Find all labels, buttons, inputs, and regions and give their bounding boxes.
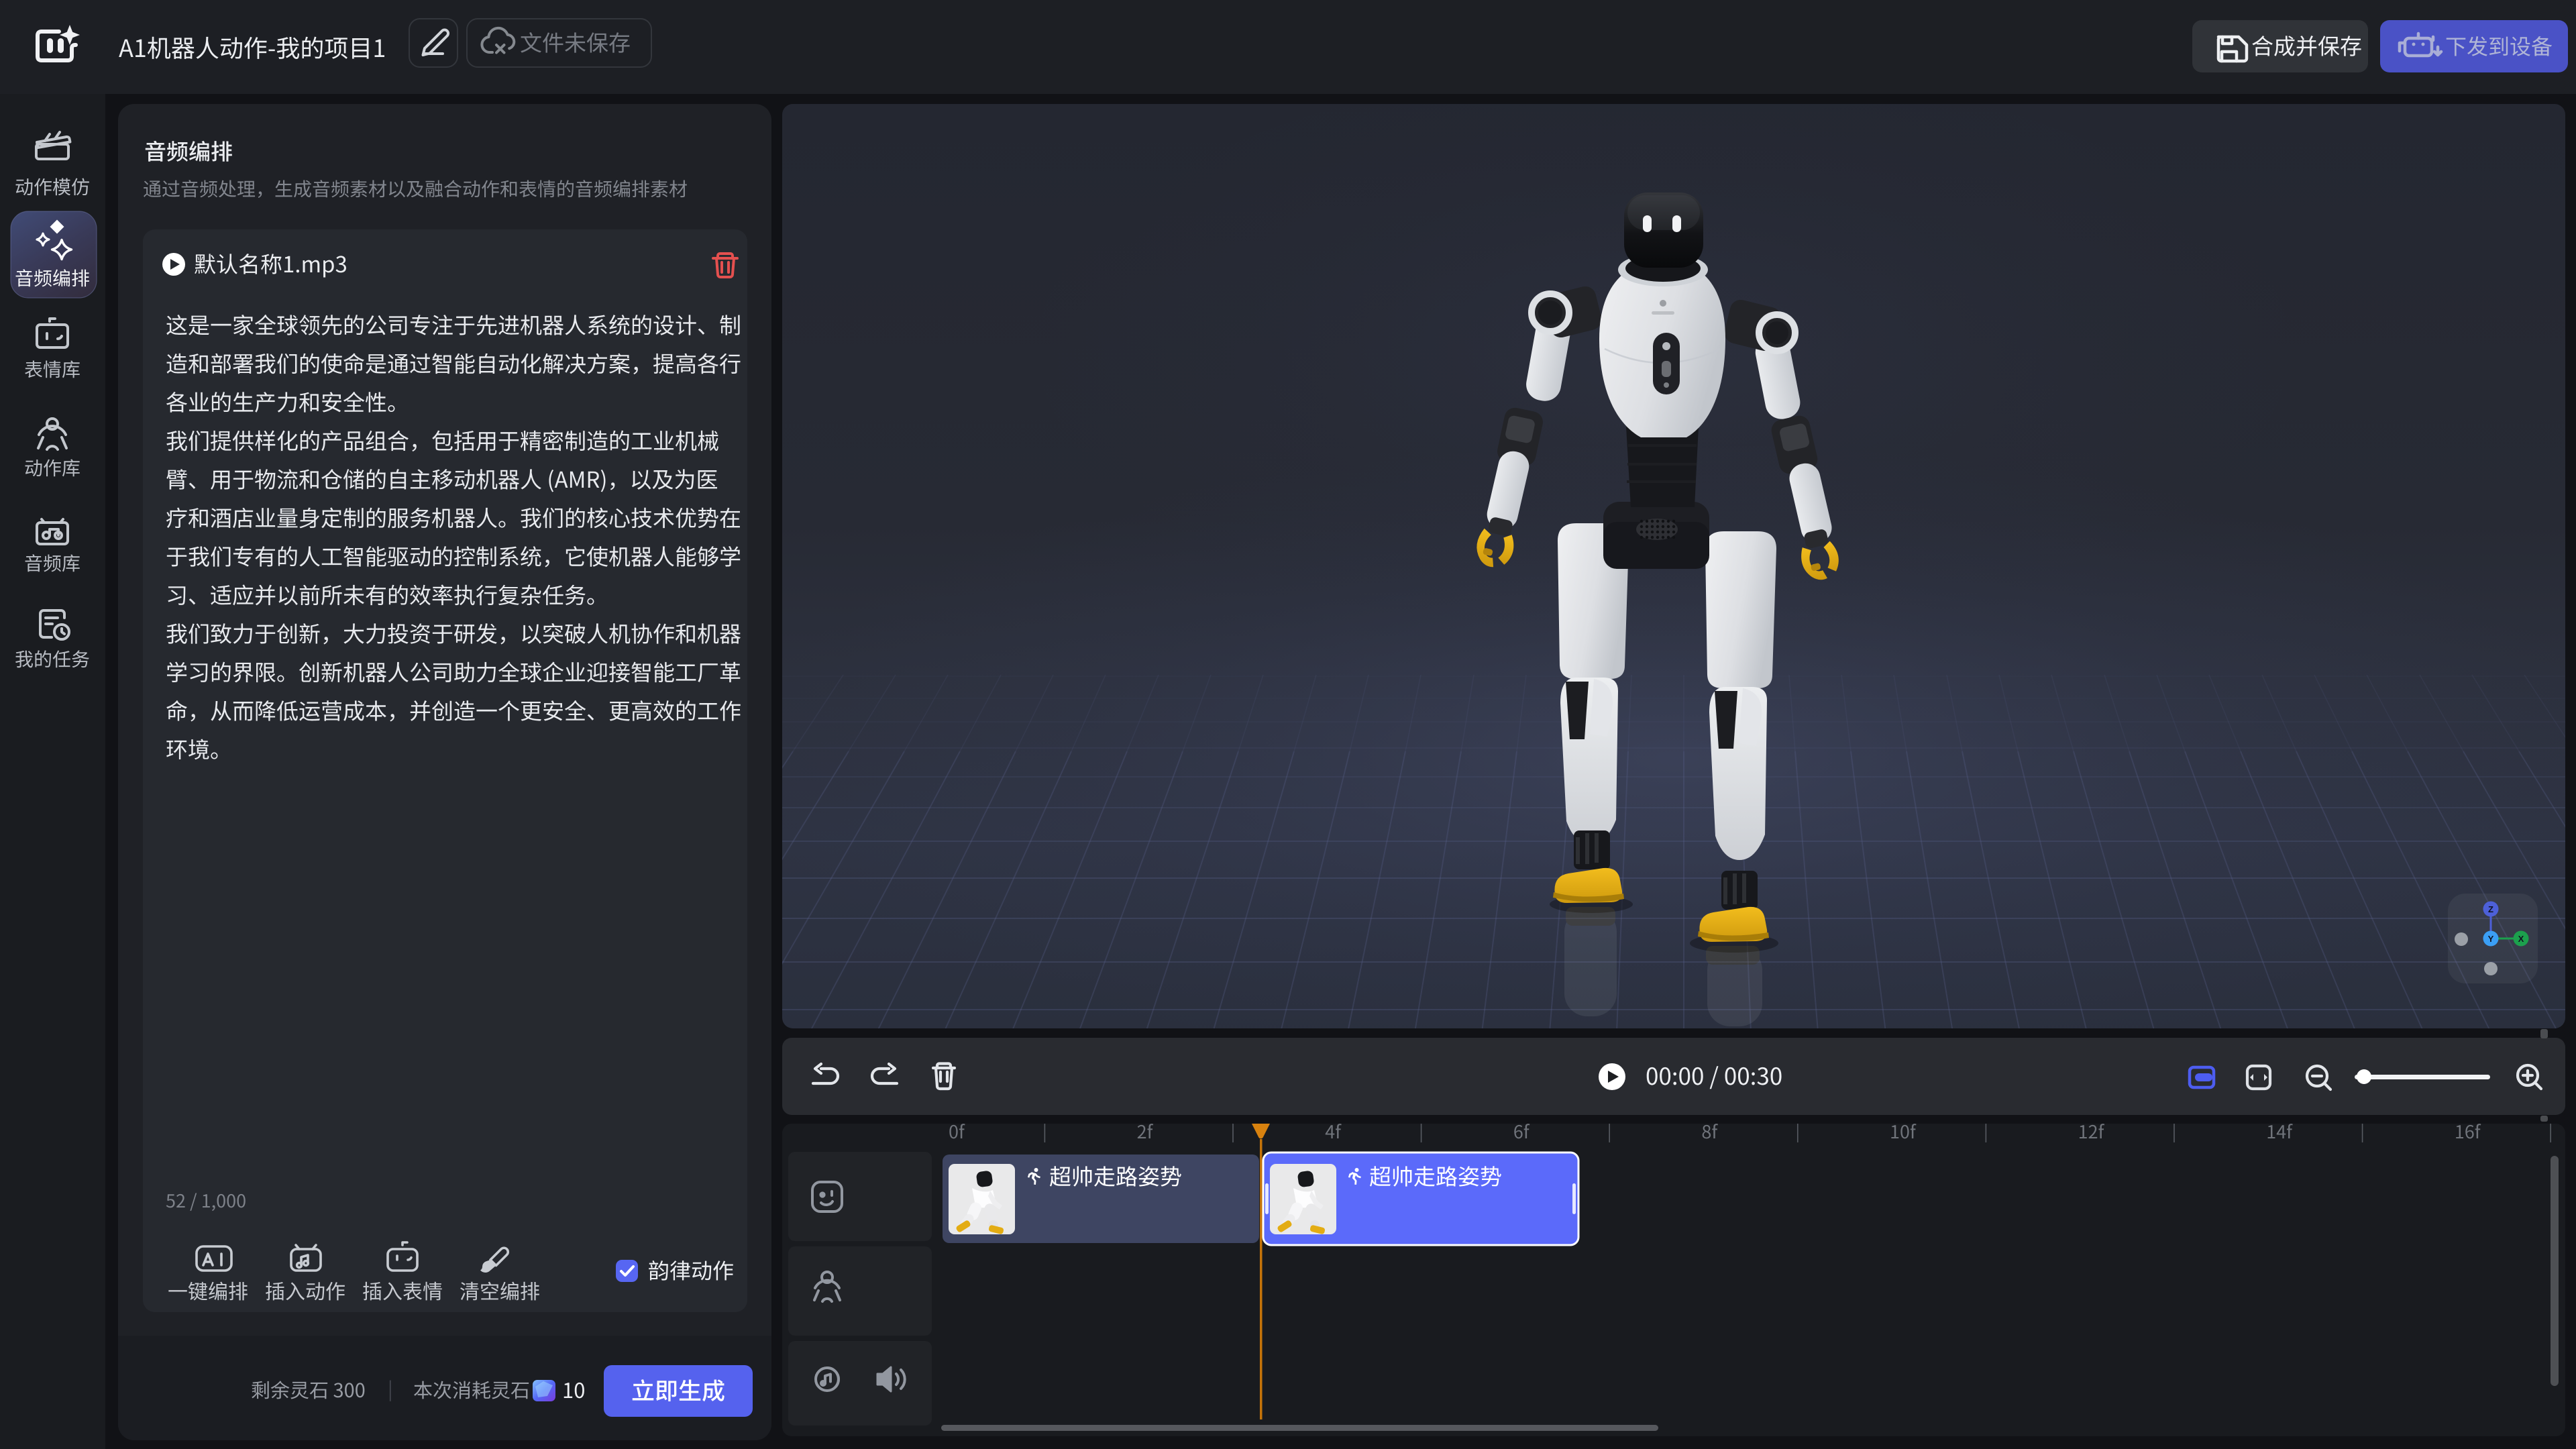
- svg-text:X: X: [2518, 934, 2524, 944]
- svg-text:Z: Z: [2488, 904, 2493, 914]
- svg-text:Y: Y: [2488, 934, 2494, 944]
